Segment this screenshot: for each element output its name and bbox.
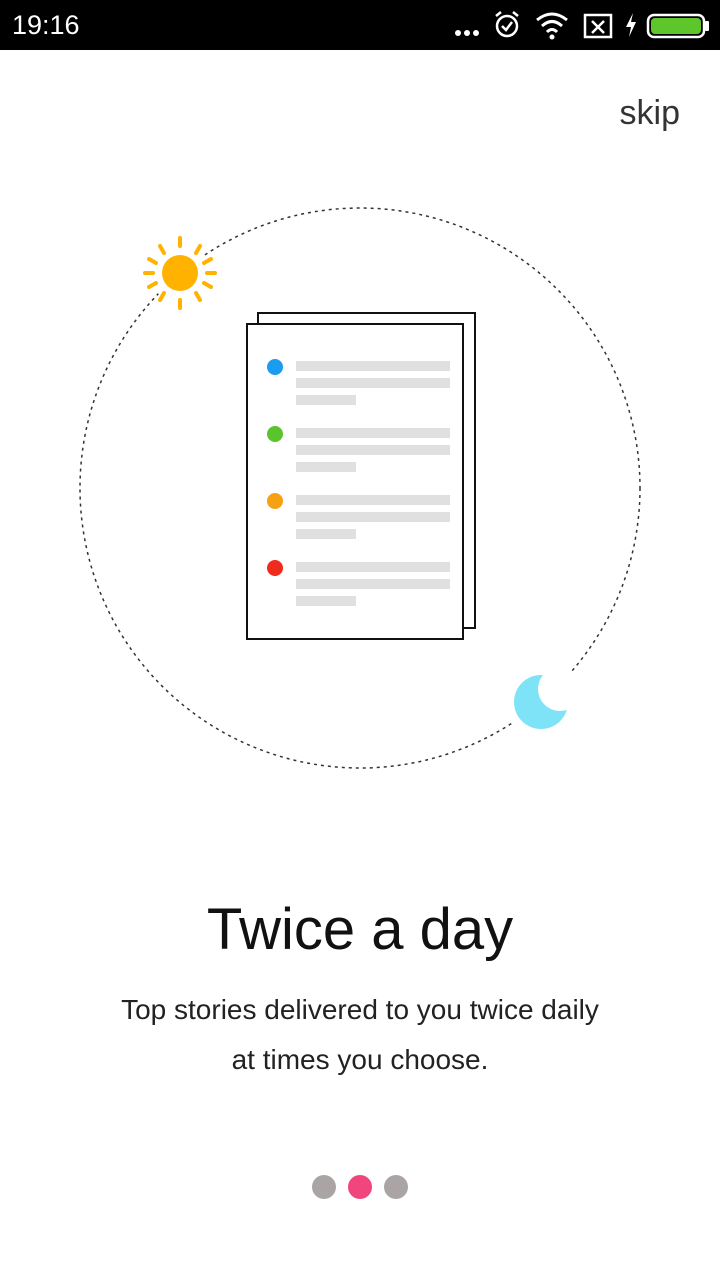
- page-title: Twice a day: [206, 897, 514, 962]
- page-subtitle: Top stories delivered to you twice daily…: [60, 985, 660, 1085]
- page-indicator: [0, 1175, 720, 1199]
- battery-icon: [646, 13, 709, 39]
- status-time: 19:16: [12, 10, 80, 40]
- status-bar: 19:16: [0, 0, 720, 50]
- charging-icon: [626, 13, 636, 37]
- page-dot-1[interactable]: [312, 1175, 336, 1199]
- sun-icon: [143, 236, 217, 310]
- page-dot-2-active[interactable]: [348, 1175, 372, 1199]
- more-dots-icon: [455, 30, 479, 36]
- wifi-icon: [536, 12, 568, 40]
- subtitle-line-2: at times you choose.: [231, 1044, 489, 1075]
- illustration: [79, 207, 641, 769]
- sim-blocked-icon: [583, 13, 613, 39]
- page-dot-3[interactable]: [384, 1175, 408, 1199]
- moon-icon: [506, 666, 582, 734]
- skip-button[interactable]: skip: [620, 94, 680, 133]
- subtitle-line-1: Top stories delivered to you twice daily: [121, 994, 599, 1025]
- alarm-icon: [495, 11, 519, 38]
